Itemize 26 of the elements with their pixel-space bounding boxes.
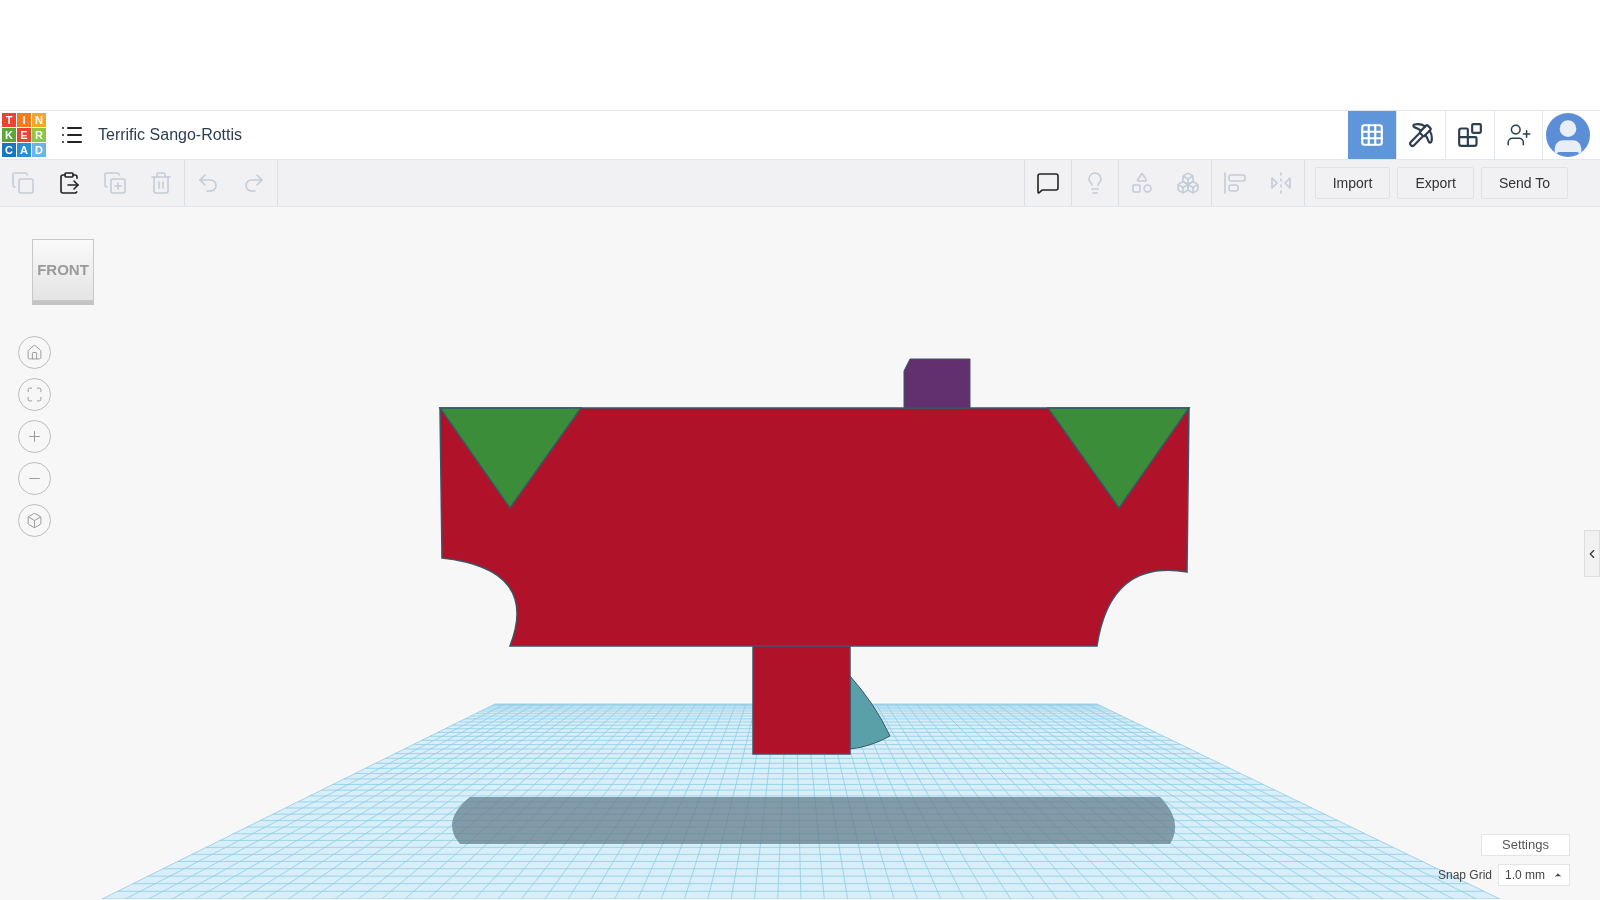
zoom-out-icon[interactable] <box>18 462 51 495</box>
logo-letter: E <box>17 128 31 142</box>
logo[interactable]: T I N K E R C A D <box>2 113 46 157</box>
avatar[interactable] <box>1546 113 1590 157</box>
design-title[interactable]: Terrific Sango-Rottis <box>98 123 243 147</box>
logo-letter: A <box>17 143 31 157</box>
settings-button[interactable]: Settings <box>1481 834 1570 856</box>
snap-grid-label: Snap Grid <box>1437 867 1492 884</box>
caret-up-icon <box>1553 870 1563 880</box>
logo-letter: T <box>2 113 16 127</box>
logo-letter: D <box>32 143 46 157</box>
snap-grid-dropdown[interactable]: 1.0 mm <box>1498 864 1570 886</box>
panel-collapse-tab[interactable] <box>1584 530 1600 577</box>
view-cube-label: FRONT <box>37 259 89 280</box>
action-button[interactable]: Export <box>1397 167 1474 199</box>
logo-letter: C <box>2 143 16 157</box>
logo-letter: N <box>32 113 46 127</box>
cube-icon[interactable] <box>18 504 51 537</box>
logo-letter: K <box>2 128 16 142</box>
fit-view-icon[interactable] <box>18 378 51 411</box>
home-icon[interactable] <box>18 336 51 369</box>
zoom-in-icon[interactable] <box>18 420 51 453</box>
action-button[interactable]: Send To <box>1480 167 1568 199</box>
logo-letter: I <box>17 113 31 127</box>
action-button[interactable]: Import <box>1314 167 1391 199</box>
logo-letter: R <box>32 128 46 142</box>
